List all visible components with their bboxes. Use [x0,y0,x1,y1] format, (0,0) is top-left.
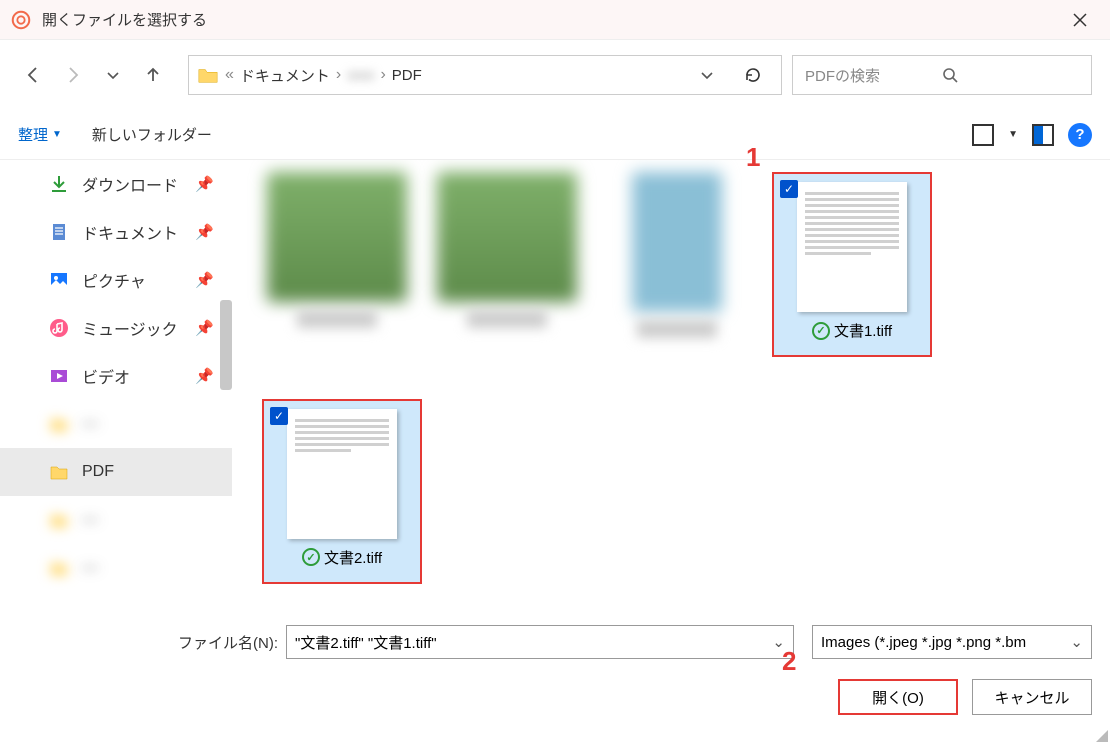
sidebar: ダウンロード 📌 ドキュメント 📌 ピクチャ 📌 ミュージック 📌 ビデオ 📌 … [0,160,232,605]
thumbnail-icon [437,172,577,302]
download-icon [48,173,70,195]
music-icon [48,317,70,339]
chevron-right-icon: › [380,66,385,84]
folder-icon [48,509,70,531]
sidebar-item-videos[interactable]: ビデオ 📌 [0,352,232,400]
recent-dropdown[interactable] [98,60,128,90]
breadcrumb-seg-1[interactable]: ドキュメント [240,65,330,86]
file-thumb-blurred[interactable] [432,172,582,328]
sidebar-scrollbar[interactable] [220,300,232,390]
close-button[interactable] [1060,0,1100,40]
pin-icon: 📌 [195,367,214,385]
back-button[interactable] [18,60,48,90]
title-bar: 開くファイルを選択する [0,0,1110,40]
pin-icon: 📌 [195,319,214,337]
folder-icon [48,461,70,483]
refresh-button[interactable] [733,66,773,84]
chevron-down-icon[interactable]: ⌄ [1070,633,1083,651]
file-label-blurred [297,310,377,328]
new-folder-button[interactable]: 新しいフォルダー [92,124,212,145]
pin-icon: 📌 [195,223,214,241]
app-icon [10,9,32,31]
filetype-select[interactable]: Images (*.jpeg *.jpg *.png *.bm ⌄ [812,625,1092,659]
sidebar-item-documents[interactable]: ドキュメント 📌 [0,208,232,256]
picture-icon [48,269,70,291]
search-placeholder: PDFの検索 [805,65,942,86]
preview-pane-icon[interactable] [1032,124,1054,146]
organize-menu[interactable]: 整理 ▼ [18,124,62,145]
file-label-blurred [467,310,547,328]
sidebar-item-pictures[interactable]: ピクチャ 📌 [0,256,232,304]
breadcrumb-dropdown[interactable] [687,68,727,82]
video-icon [48,365,70,387]
status-ok-icon: ✓ [812,322,830,340]
open-button[interactable]: 開く(O) [838,679,958,715]
pin-icon: 📌 [195,175,214,193]
body: ダウンロード 📌 ドキュメント 📌 ピクチャ 📌 ミュージック 📌 ビデオ 📌 … [0,160,1110,605]
search-input[interactable]: PDFの検索 [792,55,1092,95]
window-title: 開くファイルを選択する [42,9,1060,30]
file-item-doc1[interactable]: ✓ ✓ 文書1.tiff [772,172,932,357]
document-thumbnail-icon [797,182,907,312]
file-item-doc2[interactable]: ✓ ✓ 文書2.tiff [262,399,422,584]
breadcrumb-sep: « [225,66,234,84]
caret-down-icon: ▼ [52,129,62,140]
document-thumbnail-icon [287,409,397,539]
resize-grip-icon[interactable] [1094,728,1108,742]
thumbnail-icon [267,172,407,302]
annotation-2: 2 [782,646,796,677]
caret-down-icon[interactable]: ▼ [1008,129,1018,140]
selected-check-icon: ✓ [270,407,288,425]
folder-icon [197,64,219,86]
pin-icon: 📌 [195,271,214,289]
toolbar: 整理 ▼ 新しいフォルダー ▼ ? [0,110,1110,160]
filename-label: ファイル名(N): [18,632,278,653]
sidebar-item-downloads[interactable]: ダウンロード 📌 [0,160,232,208]
sidebar-item-blurred[interactable]: — [0,400,232,448]
help-icon[interactable]: ? [1068,123,1092,147]
search-icon [942,67,1079,83]
sidebar-item-pdf[interactable]: PDF [0,448,232,496]
sidebar-item-blurred[interactable]: — [0,496,232,544]
view-mode-icon[interactable] [972,124,994,146]
nav-row: « ドキュメント › ●●● › PDF PDFの検索 [0,40,1110,110]
folder-icon [48,413,70,435]
file-thumb-blurred[interactable] [262,172,412,328]
document-icon [48,221,70,243]
folder-icon [48,557,70,579]
breadcrumb-seg-3[interactable]: PDF [392,67,422,84]
up-button[interactable] [138,60,168,90]
breadcrumb[interactable]: « ドキュメント › ●●● › PDF [188,55,782,95]
selected-check-icon: ✓ [780,180,798,198]
sidebar-item-blurred[interactable]: — [0,544,232,592]
annotation-1: 1 [746,142,760,173]
cancel-button[interactable]: キャンセル [972,679,1092,715]
file-content-area: ✓ ✓ 文書1.tiff ✓ ✓ 文書2.tiff [232,160,1110,605]
file-label-blurred [637,320,717,338]
bottom-panel: ファイル名(N): "文書2.tiff" "文書1.tiff" ⌄ Images… [0,605,1110,725]
sidebar-item-music[interactable]: ミュージック 📌 [0,304,232,352]
file-thumb-blurred[interactable] [602,172,752,338]
filename-input[interactable]: "文書2.tiff" "文書1.tiff" ⌄ [286,625,794,659]
forward-button[interactable] [58,60,88,90]
breadcrumb-seg-2[interactable]: ●●● [347,67,374,84]
status-ok-icon: ✓ [302,548,320,566]
file-label: ✓ 文書2.tiff [302,547,382,568]
file-label: ✓ 文書1.tiff [812,320,892,341]
thumbnail-icon [632,172,722,312]
chevron-right-icon: › [336,66,341,84]
